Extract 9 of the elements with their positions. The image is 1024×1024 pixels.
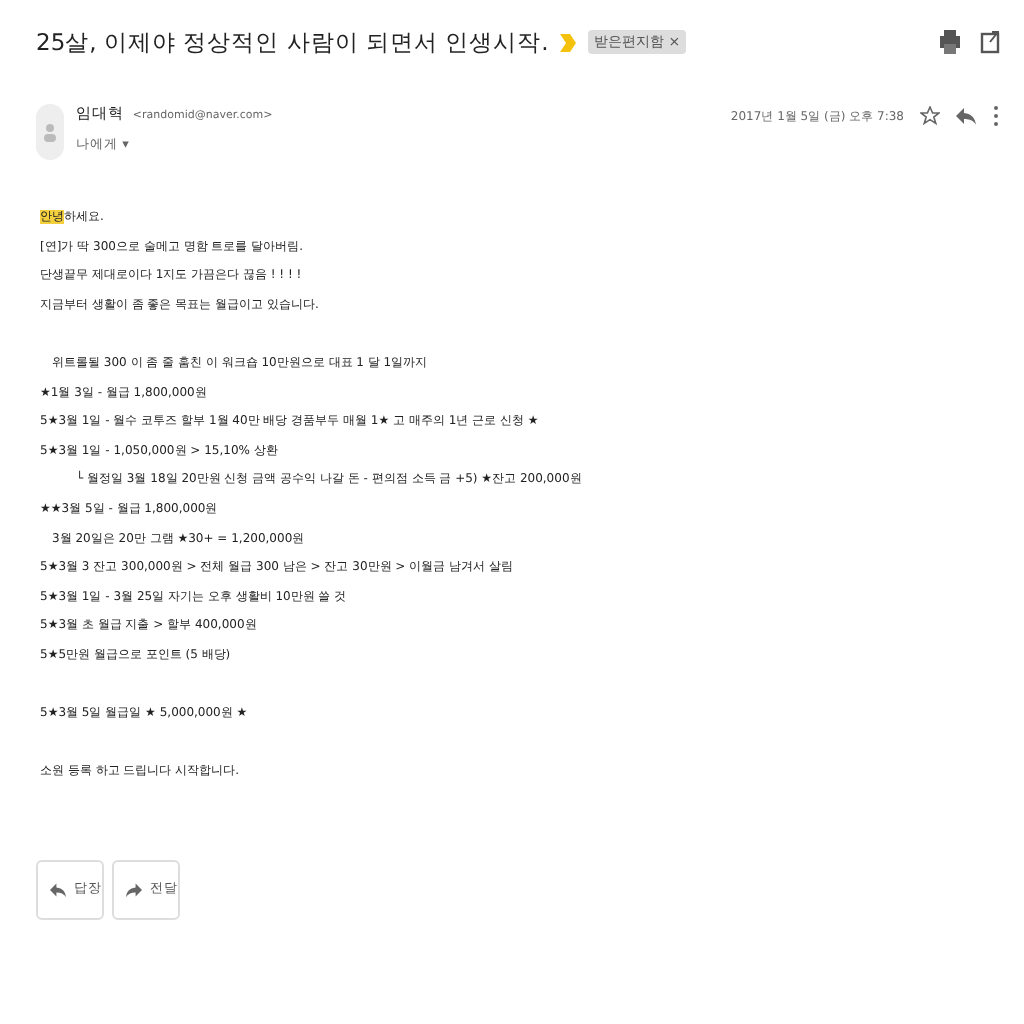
open-in-new-icon[interactable] xyxy=(980,30,1000,54)
star-icon[interactable] xyxy=(920,106,940,126)
reply-icon[interactable] xyxy=(956,106,976,126)
importance-marker-icon[interactable] xyxy=(560,33,577,51)
forward-icon xyxy=(126,879,142,900)
email-subject: 25살, 이제야 정상적인 사람이 되면서 인생시작. xyxy=(36,27,549,57)
more-icon[interactable] xyxy=(992,104,1000,128)
print-icon[interactable] xyxy=(940,30,960,54)
reply-icon xyxy=(50,879,66,900)
